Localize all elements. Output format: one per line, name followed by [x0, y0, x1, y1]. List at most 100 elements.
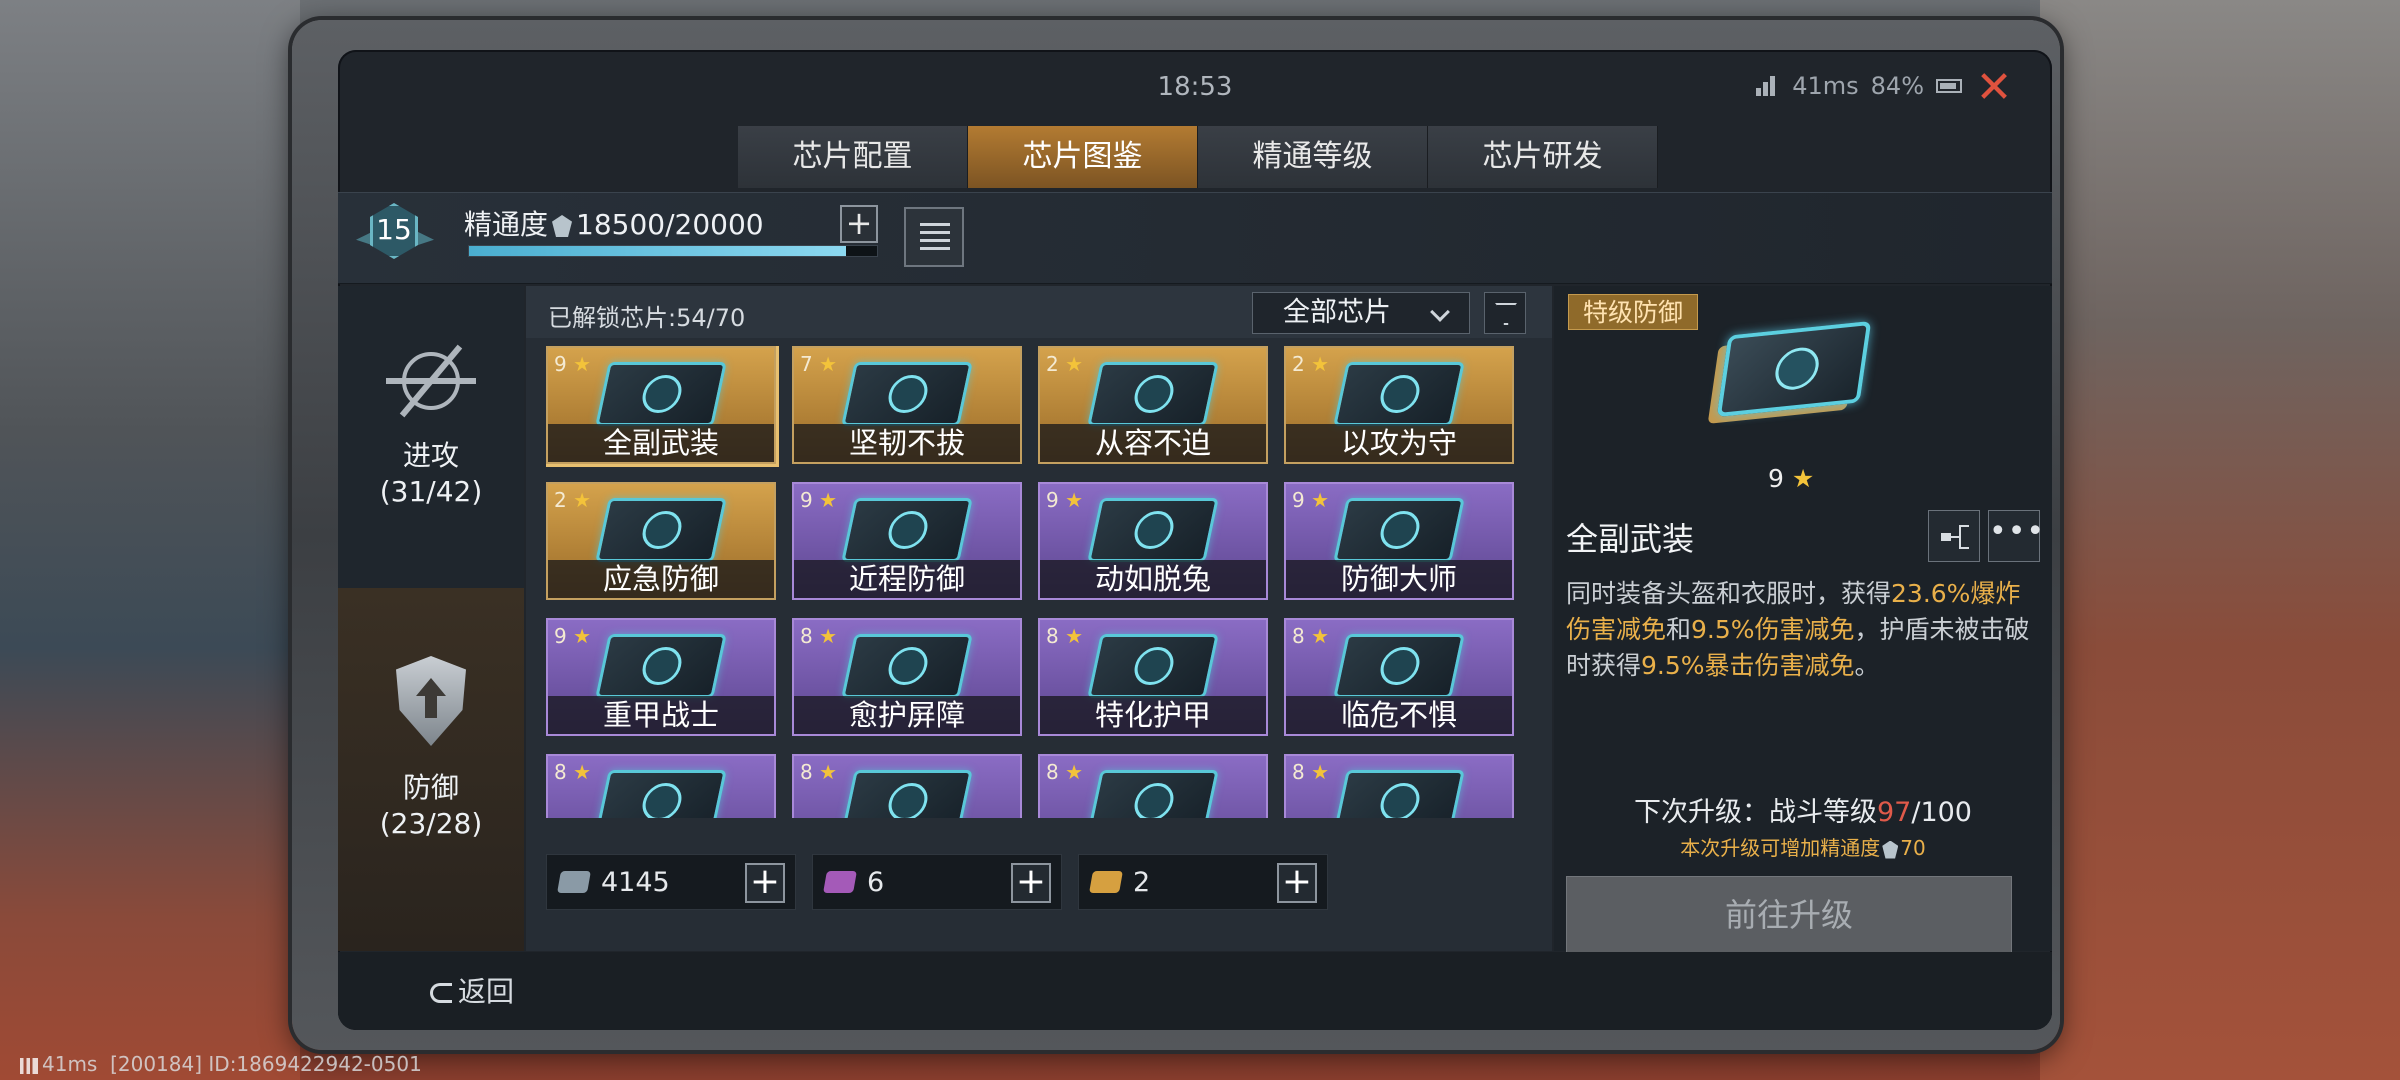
- chip-card[interactable]: 8 ★ 特化护甲: [1038, 618, 1268, 736]
- add-mastery-button[interactable]: +: [840, 205, 878, 243]
- chip-description: 同时装备头盔和衣服时，获得23.6%爆炸伤害减免和9.5%伤害减免，护盾未被击破…: [1566, 579, 2030, 680]
- mastery-info-button[interactable]: [904, 207, 964, 267]
- chip-stars: 9 ★: [1046, 488, 1084, 512]
- chip-card[interactable]: 8 ★: [792, 754, 1022, 818]
- grid-header: 已解锁芯片:54/70 全部芯片: [526, 286, 1552, 338]
- chip-card[interactable]: 8 ★ 愈护屏障: [792, 618, 1022, 736]
- resource-row: 4145 +6 +2 +: [546, 854, 1328, 910]
- mastery-progress-fill: [469, 246, 847, 256]
- add-resource-button[interactable]: +: [1277, 863, 1317, 903]
- category-panel: 进攻 (31/42) 防御 (23/28): [338, 286, 524, 951]
- chip-icon: [595, 362, 727, 426]
- unlocked-count: 已解锁芯片:54/70: [548, 304, 746, 332]
- mastery-label: 精通度 18500/20000: [464, 208, 764, 241]
- chip-card[interactable]: 9 ★ 近程防御: [792, 482, 1022, 600]
- resource-counter: 4145 +: [546, 854, 796, 910]
- chip-material-icon: [823, 871, 857, 893]
- chip-icon: [1333, 770, 1465, 818]
- chip-icon: [841, 634, 973, 698]
- add-resource-button[interactable]: +: [1011, 863, 1051, 903]
- tab-chip-config[interactable]: 芯片配置: [738, 126, 968, 188]
- chip-stars: 2 ★: [554, 488, 592, 512]
- chip-card[interactable]: 2 ★ 以攻为守: [1284, 346, 1514, 464]
- chip-card[interactable]: 9 ★ 防御大师: [1284, 482, 1514, 600]
- chip-name: 以攻为守: [1286, 424, 1512, 462]
- chip-card[interactable]: 2 ★ 从容不迫: [1038, 346, 1268, 464]
- back-button[interactable]: 返回: [430, 970, 514, 1010]
- close-icon[interactable]: ✕: [1974, 66, 2014, 110]
- rank-tag: 特级防御: [1568, 294, 1699, 330]
- mastery-bar: 15 精通度 18500/20000 +: [338, 192, 2052, 284]
- chip-icon: [1087, 498, 1219, 562]
- chip-stars: 8 ★: [554, 760, 592, 784]
- chip-name: 从容不迫: [1040, 424, 1266, 462]
- ping-text: 41ms: [1792, 72, 1859, 100]
- category-defense[interactable]: 防御 (23/28): [338, 588, 524, 951]
- back-arrow-icon: [430, 983, 452, 1003]
- filter-button[interactable]: [1484, 292, 1526, 334]
- chip-stars: 8 ★: [1292, 624, 1330, 648]
- next-upgrade-requirement: 下次升级：战斗等级97/100: [1633, 797, 1972, 828]
- defense-shield-icon: [386, 656, 476, 756]
- status-indicators: 41ms 84%: [1756, 72, 1962, 100]
- attack-crosshair-icon: [386, 336, 476, 426]
- background-left: [0, 0, 300, 1080]
- chip-stars: 8 ★: [1046, 624, 1084, 648]
- resource-value: 6: [867, 867, 885, 898]
- system-info-line: 41ms [200184] ID:1869422942-0501: [20, 1052, 422, 1076]
- level-badge: 15: [356, 201, 434, 277]
- resource-value: 2: [1133, 867, 1151, 898]
- chip-name: 坚韧不拔: [794, 424, 1020, 462]
- chip-card[interactable]: 8 ★: [1038, 754, 1268, 818]
- go-upgrade-button[interactable]: 前往升级: [1566, 876, 2012, 954]
- tab-bar: 芯片配置 芯片图鉴 精通等级 芯片研发: [738, 126, 1658, 188]
- chip-card[interactable]: 9 ★ 动如脱兔: [1038, 482, 1268, 600]
- battery-text: 84%: [1870, 72, 1924, 100]
- mastery-gem-icon: [1882, 840, 1899, 859]
- chip-card[interactable]: 9 ★ 全副武装: [546, 346, 776, 464]
- chip-icon: [1333, 498, 1465, 562]
- footer: 返回: [338, 952, 2052, 1030]
- chip-stars: 9 ★: [800, 488, 838, 512]
- chip-detail-panel: 特级防御 9 ★ 全副武装 ••• 同时装备头盔和衣服时，获得23.6%爆炸伤害…: [1554, 286, 2052, 954]
- chip-card[interactable]: 9 ★ 重甲战士: [546, 618, 776, 736]
- detail-stars: 9 ★: [1768, 464, 1815, 493]
- chip-card[interactable]: 8 ★: [546, 754, 776, 818]
- mastery-value: 18500/20000: [576, 208, 764, 241]
- skill-tree-button[interactable]: [1928, 510, 1980, 562]
- chip-icon: [1333, 362, 1465, 426]
- chip-stars: 8 ★: [1292, 760, 1330, 784]
- chip-stars: 7 ★: [800, 352, 838, 376]
- mastery-gem-icon: [552, 215, 573, 237]
- more-options-button[interactable]: •••: [1988, 510, 2044, 562]
- chip-stars: 2 ★: [1292, 352, 1330, 376]
- chip-icon: [1087, 634, 1219, 698]
- tab-mastery-level[interactable]: 精通等级: [1198, 126, 1428, 188]
- signal-icon: [1756, 74, 1780, 98]
- tab-chip-research[interactable]: 芯片研发: [1428, 126, 1658, 188]
- chip-name: 动如脱兔: [1040, 560, 1266, 598]
- add-resource-button[interactable]: +: [745, 863, 785, 903]
- mastery-progress: [468, 245, 878, 257]
- chip-card[interactable]: 2 ★ 应急防御: [546, 482, 776, 600]
- resource-counter: 2 +: [1078, 854, 1328, 910]
- category-attack-count: (31/42): [379, 475, 483, 508]
- chip-material-icon: [1089, 871, 1123, 893]
- tab-chip-catalog[interactable]: 芯片图鉴: [968, 126, 1198, 188]
- chip-icon: [595, 634, 727, 698]
- background-right: [2040, 0, 2400, 1080]
- chip-stars: 8 ★: [800, 760, 838, 784]
- chip-name: 防御大师: [1286, 560, 1512, 598]
- chip-card[interactable]: 7 ★ 坚韧不拔: [792, 346, 1022, 464]
- chip-name: 特化护甲: [1040, 696, 1266, 734]
- chip-large-icon: [1716, 320, 1872, 418]
- document-icon: [920, 223, 950, 251]
- chip-name: 愈护屏障: [794, 696, 1020, 734]
- category-attack[interactable]: 进攻 (31/42): [338, 336, 524, 586]
- chip-filter-select[interactable]: 全部芯片: [1252, 292, 1470, 334]
- category-attack-label: 进攻: [402, 439, 459, 472]
- chip-card[interactable]: 8 ★ 临危不惧: [1284, 618, 1514, 736]
- chip-grid: 9 ★ 全副武装 7 ★ 坚韧不拔 2 ★ 从容不迫 2 ★ 以攻为守 2 ★ 应急防御 9 ★ 近程…: [546, 346, 1536, 818]
- chip-card[interactable]: 8 ★: [1284, 754, 1514, 818]
- detail-chip-name: 全副武装: [1566, 520, 1695, 558]
